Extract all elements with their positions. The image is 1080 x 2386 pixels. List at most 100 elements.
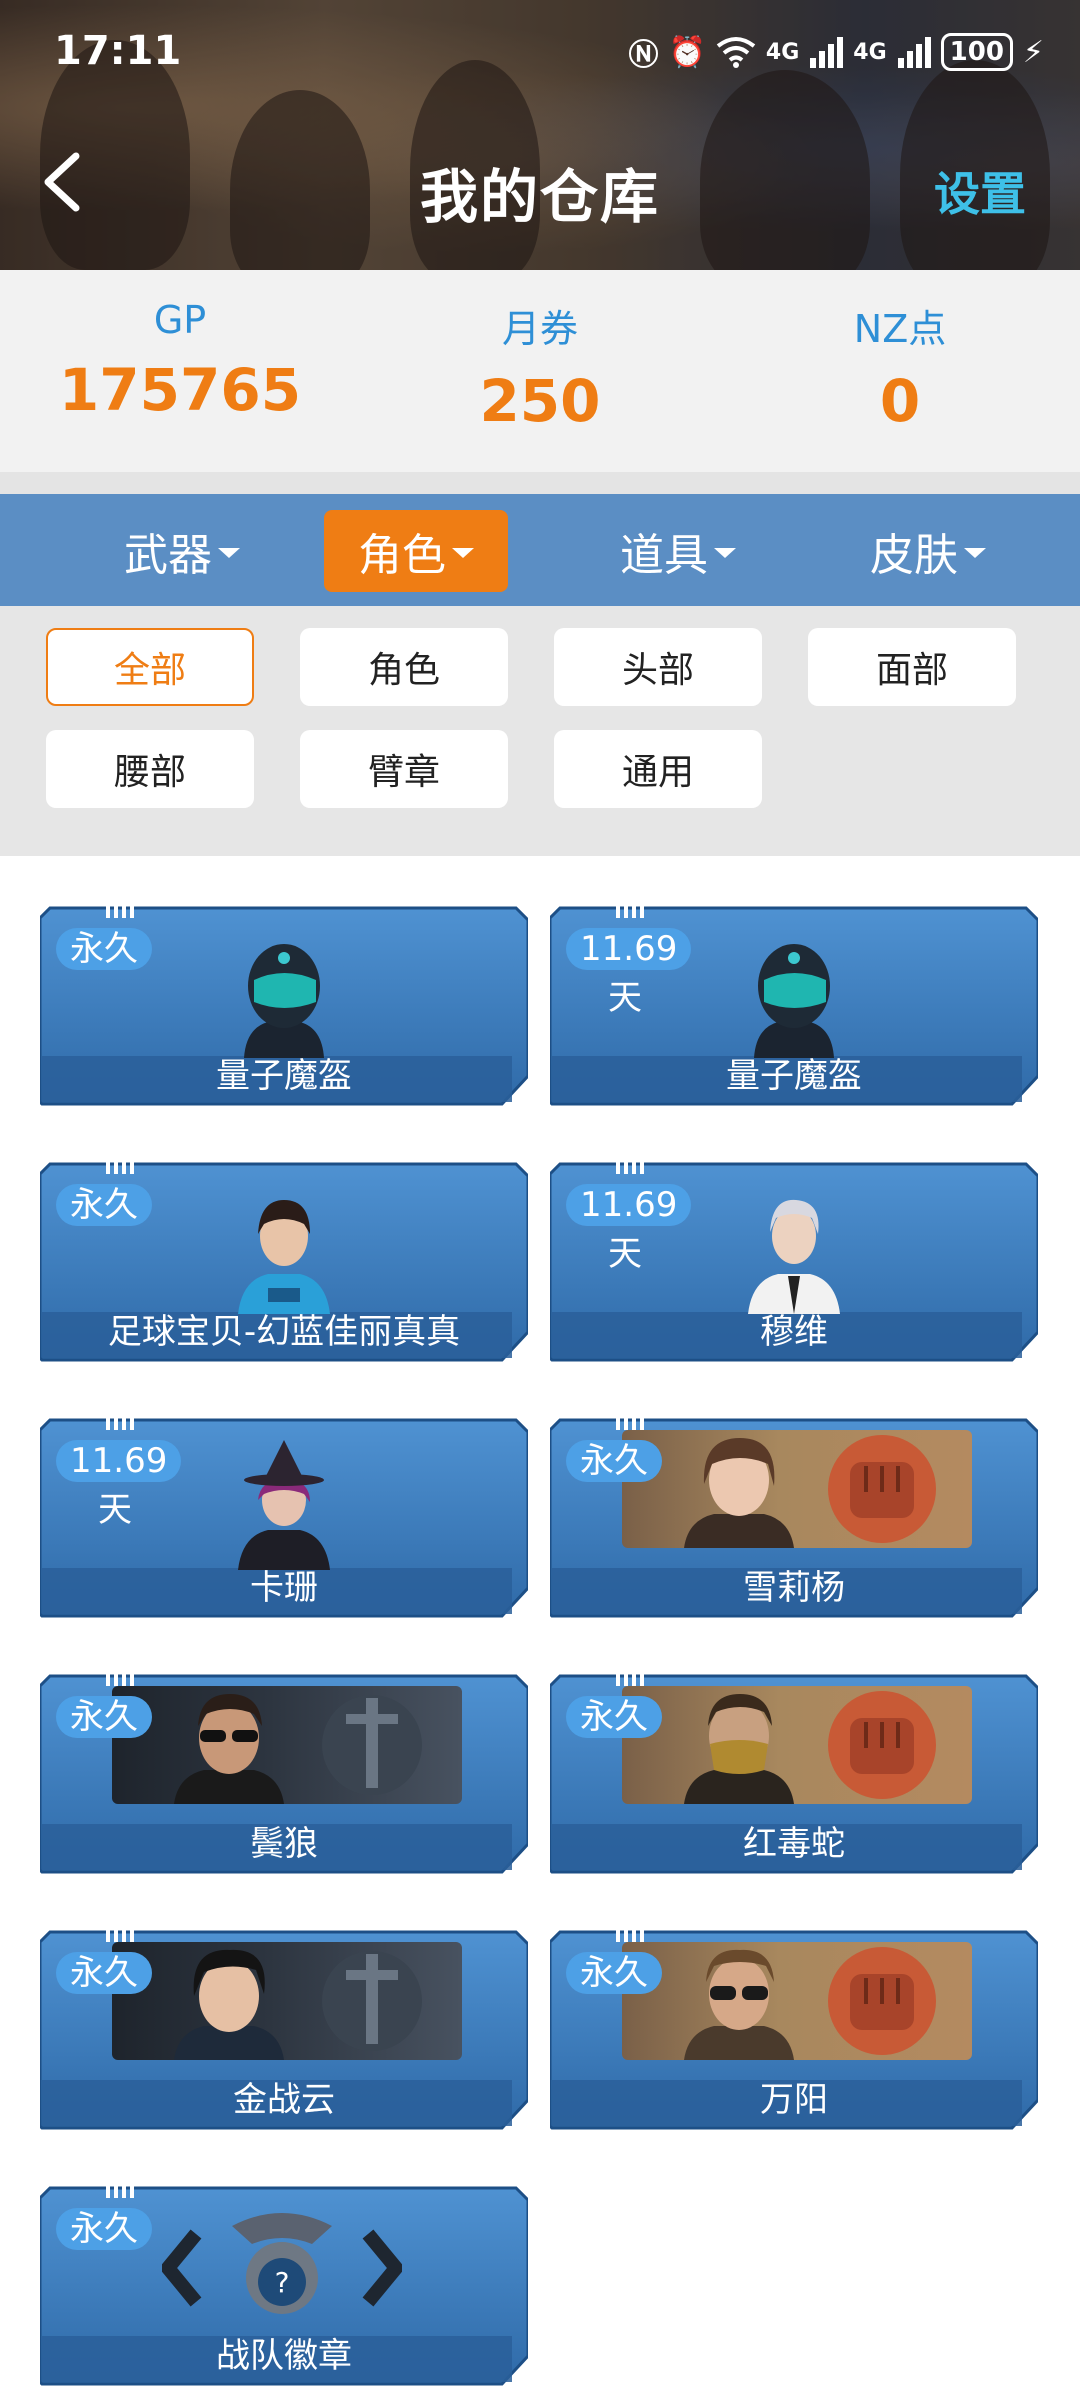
fist-emblem-icon (828, 1947, 936, 2055)
portrait (112, 1686, 462, 1804)
duration-badge: 永久 (566, 1440, 662, 1482)
item-name: 战队徽章 (216, 2336, 352, 2376)
currency-label: GP (153, 298, 207, 342)
duration-badge: 永久 (56, 2208, 152, 2250)
duration-badge: 11.69 (566, 1184, 692, 1226)
tab-weapons[interactable]: 武器 (90, 510, 274, 592)
chevron-down-icon (964, 548, 986, 558)
battery-icon: 100 (940, 33, 1013, 71)
currency-label: NZ点 (853, 307, 947, 351)
charging-icon: ⚡ (1022, 34, 1044, 70)
duration-unit: 天 (98, 1490, 132, 1530)
currency-voucher: 月券 250 (390, 298, 690, 435)
currency-gp: GP 175765 (30, 298, 330, 424)
currency-value: 250 (479, 367, 601, 435)
chevron-down-icon (452, 548, 474, 558)
sword-emblem-icon (322, 1695, 422, 1795)
filter-face[interactable]: 面部 (808, 628, 1016, 706)
face-portrait (174, 1694, 284, 1804)
currency-panel: GP 175765 月券 250 NZ点 0 (0, 270, 1080, 472)
item-name: 鬓狼 (250, 1824, 318, 1864)
tab-characters[interactable]: 角色 (324, 510, 508, 592)
category-tabs: 武器 角色 道具 皮肤 (0, 494, 1080, 606)
tab-label: 武器 (124, 530, 212, 581)
duration-badge: 永久 (56, 928, 152, 970)
face-portrait (684, 1949, 794, 2060)
item-card[interactable]: 11.69 天 卡珊 (40, 1418, 528, 1618)
network-type: 4G (765, 39, 800, 65)
sword-emblem-icon (322, 1951, 422, 2051)
fist-emblem-icon (828, 1435, 936, 1543)
item-name: 卡珊 (250, 1568, 318, 1608)
currency-label: 月券 (501, 307, 578, 351)
item-card[interactable]: 永久 量子魔盔 (40, 906, 528, 1106)
page-title: 我的仓库 (419, 163, 660, 231)
item-card[interactable]: ? 永久 战队徽章 (40, 2186, 528, 2386)
portrait (622, 1686, 972, 1804)
duration-badge: 11.69 (566, 928, 692, 970)
signal-icon (810, 37, 844, 68)
face-portrait (684, 1438, 794, 1548)
duration-unit: 天 (608, 1234, 642, 1274)
divider (0, 472, 1080, 494)
item-name: 量子魔盔 (216, 1056, 352, 1096)
item-name: 万阳 (760, 2080, 828, 2120)
tab-label: 角色 (358, 530, 446, 581)
filter-head[interactable]: 头部 (554, 628, 762, 706)
alarm-icon: ⏰ (668, 34, 706, 70)
header-banner: 17:11 Ⓝ ⏰ 4G 4G 100 ⚡ 我的仓库 设置 (0, 0, 1080, 270)
character-icon (238, 1200, 330, 1314)
duration-badge: 永久 (566, 1952, 662, 1994)
currency-nz: NZ点 0 (750, 298, 1050, 435)
tab-label: 皮肤 (870, 530, 958, 581)
item-card[interactable]: 永久 万阳 (550, 1930, 1038, 2130)
status-time: 17:11 (54, 28, 182, 74)
item-card[interactable]: 永久 红毒蛇 (550, 1674, 1038, 1874)
item-card[interactable]: 11.69 天 量子魔盔 (550, 906, 1038, 1106)
item-card[interactable]: 11.69 天 穆维 (550, 1162, 1038, 1362)
portrait (622, 1942, 972, 2060)
fist-emblem-icon (828, 1691, 936, 1799)
tab-skins[interactable]: 皮肤 (836, 510, 1020, 592)
network-type-2: 4G (853, 39, 887, 65)
duration-badge: 永久 (56, 1952, 152, 1994)
filter-all[interactable]: 全部 (46, 628, 254, 706)
currency-value: 0 (879, 367, 921, 435)
portrait (112, 1942, 462, 2060)
item-name: 足球宝贝-幻蓝佳丽真真 (107, 1312, 461, 1352)
tab-props[interactable]: 道具 (586, 510, 770, 592)
item-name: 穆维 (760, 1312, 828, 1352)
duration-badge: 永久 (56, 1184, 152, 1226)
item-name: 量子魔盔 (726, 1056, 862, 1096)
tab-label: 道具 (620, 530, 708, 581)
chevron-down-icon (218, 548, 240, 558)
filter-general[interactable]: 通用 (554, 730, 762, 808)
duration-badge: 永久 (56, 1696, 152, 1738)
nfc-icon: Ⓝ (628, 38, 659, 73)
item-card[interactable]: 永久 足球宝贝-幻蓝佳丽真真 (40, 1162, 528, 1362)
filter-armband[interactable]: 臂章 (300, 730, 508, 808)
svg-text:?: ? (275, 2266, 290, 2299)
portrait (622, 1430, 972, 1548)
helmet-icon (754, 944, 834, 1058)
item-name: 红毒蛇 (743, 1824, 845, 1864)
duration-badge: 11.69 (56, 1440, 182, 1482)
face-portrait (174, 1949, 284, 2060)
item-card[interactable]: 永久 雪莉杨 (550, 1418, 1038, 1618)
status-icons: Ⓝ ⏰ 4G 4G 100 ⚡ (629, 30, 1044, 74)
item-name: 金战云 (233, 2080, 335, 2120)
filter-character[interactable]: 角色 (300, 628, 508, 706)
duration-badge: 永久 (566, 1696, 662, 1738)
item-card[interactable]: 永久 鬓狼 (40, 1674, 528, 1874)
item-card[interactable]: 永久 金战云 (40, 1930, 528, 2130)
filter-waist[interactable]: 腰部 (46, 730, 254, 808)
chevron-down-icon (714, 548, 736, 558)
duration-unit: 天 (608, 978, 642, 1018)
currency-value: 175765 (58, 356, 302, 424)
helmet-icon (244, 944, 324, 1058)
filter-panel: 全部 角色 头部 面部 腰部 臂章 通用 (0, 606, 1080, 856)
badge-emblem-icon: ? (162, 2213, 402, 2314)
settings-button[interactable]: 设置 (934, 158, 1026, 224)
signal-icon-2 (897, 37, 931, 68)
face-portrait (684, 1694, 794, 1804)
